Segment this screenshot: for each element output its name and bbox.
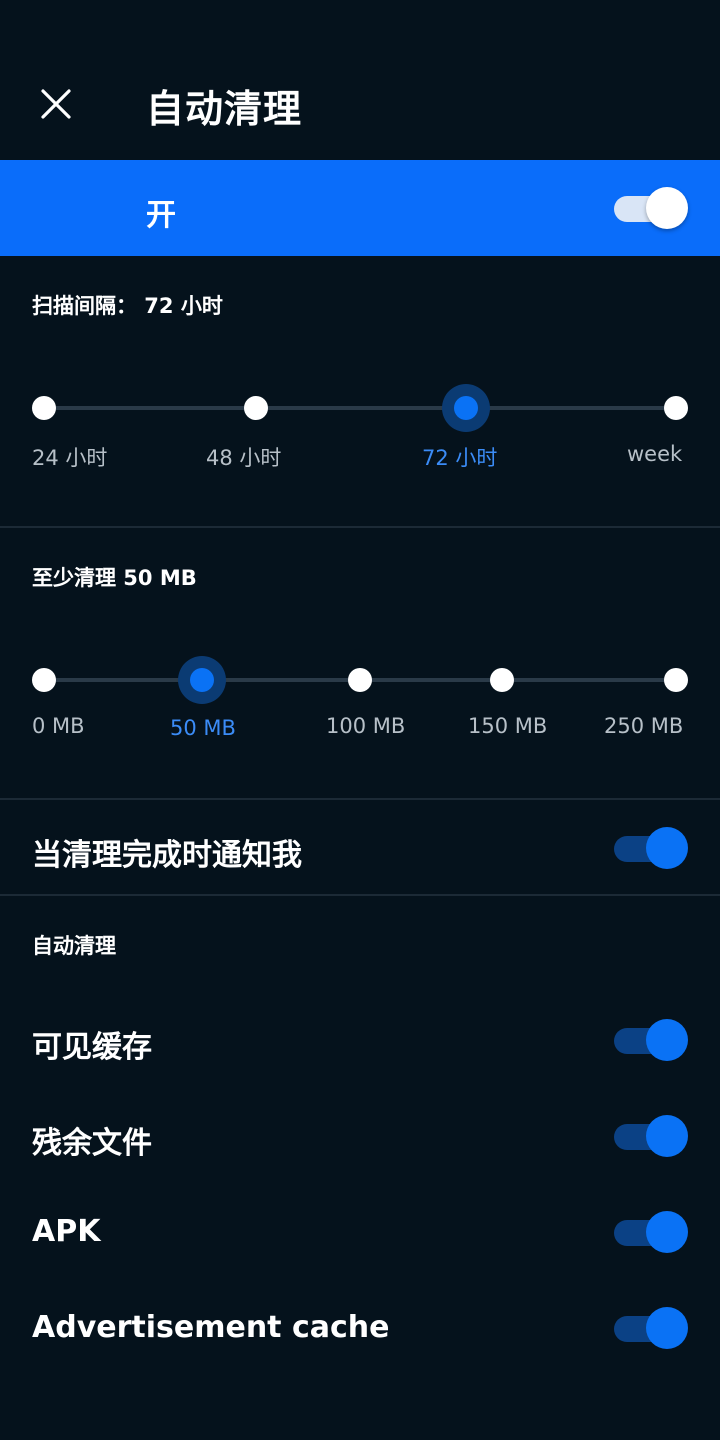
visible-cache-toggle[interactable] — [614, 1018, 688, 1062]
apk-label: APK — [32, 1214, 101, 1249]
slider-label: 250 MB — [604, 714, 684, 738]
auto-clean-screen: 自动清理 开 扫描间隔： 72 小时 24 小时 48 小时 72 小时 wee… — [0, 0, 720, 1440]
divider — [0, 526, 720, 528]
residual-files-label: 残余文件 — [32, 1126, 152, 1161]
app-header: 自动清理 — [0, 0, 720, 160]
scan-interval-label: 扫描间隔： 72 小时 — [32, 294, 223, 318]
slider-stop-50mb[interactable] — [190, 668, 214, 692]
slider-label: 0 MB — [32, 714, 85, 738]
apk-toggle[interactable] — [614, 1210, 688, 1254]
slider-stop-0mb[interactable] — [32, 668, 56, 692]
slider-stop-250mb[interactable] — [664, 668, 688, 692]
page-title: 自动清理 — [146, 87, 303, 131]
slider-label: 100 MB — [326, 714, 406, 738]
master-toggle-label: 开 — [146, 198, 176, 233]
toggle-thumb — [646, 187, 688, 229]
scan-interval-slider[interactable]: 24 小时 48 小时 72 小时 week — [0, 370, 720, 490]
divider — [0, 798, 720, 800]
toggle-thumb — [646, 1211, 688, 1253]
visible-cache-label: 可见缓存 — [32, 1030, 152, 1065]
master-toggle-row[interactable]: 开 — [0, 160, 720, 256]
slider-stop-24h[interactable] — [32, 396, 56, 420]
slider-stop-72h[interactable] — [454, 396, 478, 420]
slider-stop-48h[interactable] — [244, 396, 268, 420]
toggle-thumb — [646, 1019, 688, 1061]
slider-stop-week[interactable] — [664, 396, 688, 420]
toggle-thumb — [646, 1115, 688, 1157]
close-icon — [41, 89, 71, 119]
divider — [0, 894, 720, 896]
min-clean-label: 至少清理 50 MB — [32, 566, 197, 590]
slider-track — [44, 406, 676, 410]
slider-label: week — [627, 442, 683, 466]
ad-cache-label: Advertisement cache — [32, 1310, 390, 1345]
notify-toggle-switch[interactable] — [614, 826, 688, 870]
residual-files-toggle[interactable] — [614, 1114, 688, 1158]
slider-label: 150 MB — [468, 714, 548, 738]
slider-label-selected: 72 小时 — [422, 446, 498, 470]
toggle-thumb — [646, 827, 688, 869]
slider-stop-100mb[interactable] — [348, 668, 372, 692]
slider-stop-150mb[interactable] — [490, 668, 514, 692]
close-button[interactable] — [24, 72, 88, 136]
slider-label-selected: 50 MB — [170, 716, 236, 740]
ad-cache-toggle[interactable] — [614, 1306, 688, 1350]
toggle-thumb — [646, 1307, 688, 1349]
notify-label: 当清理完成时通知我 — [32, 838, 302, 873]
slider-label: 48 小时 — [206, 446, 282, 470]
slider-label: 24 小时 — [32, 446, 108, 470]
min-clean-slider[interactable]: 0 MB 50 MB 100 MB 150 MB 250 MB — [0, 642, 720, 762]
auto-clean-section-label: 自动清理 — [32, 934, 116, 958]
master-toggle-switch[interactable] — [614, 186, 688, 230]
